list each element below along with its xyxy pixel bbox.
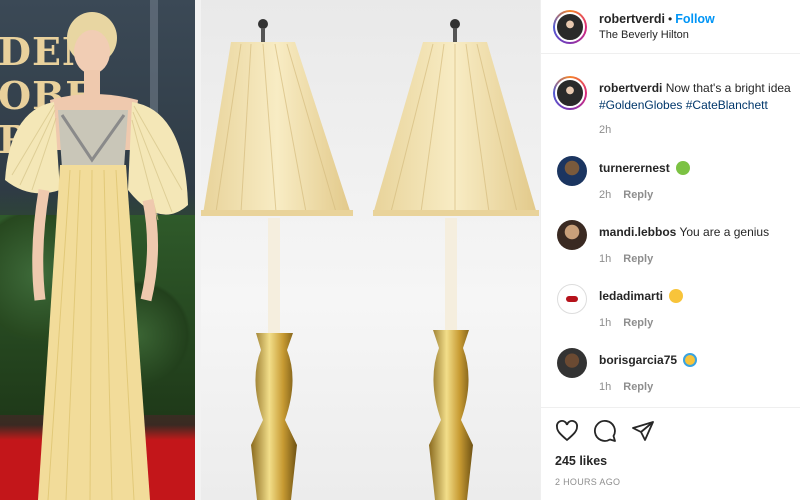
author-username[interactable]: robertverdi [599,12,665,26]
comment-username[interactable]: mandi.lebbos [599,225,676,239]
caption-time: 2h [599,124,612,136]
post-header: robertverdi • Follow The Beverly Hilton [541,0,800,54]
separator-dot: • [668,11,673,26]
comment-item: turnerernest 2h Reply [541,152,800,216]
comment-item: ledadimarti 1h Reply [541,280,800,344]
red-carpet-photo: DEN OBE RD [0,0,195,500]
nauseated-face-emoji [676,161,691,175]
gown-figure [5,12,188,500]
reply-button[interactable]: Reply [623,253,653,265]
reply-button[interactable]: Reply [623,381,653,393]
rolling-on-floor-laughing-emoji [669,289,684,303]
follow-button[interactable]: Follow [675,12,715,26]
commenter-avatar[interactable] [557,156,587,186]
commenter-avatar[interactable] [557,220,587,250]
comment-item: mandi.lebbos You are a genius 1h Reply [541,216,800,280]
lamp-photo [201,0,540,500]
reply-button[interactable]: Reply [623,189,653,201]
post-side-panel: robertverdi • Follow The Beverly Hilton ro… [540,0,800,500]
comment-time: 2h [599,189,612,201]
grimacing-face-mask-emoji [683,353,698,367]
caption-avatar[interactable] [553,76,587,110]
post-timestamp: 2 HOURS AGO [555,477,621,487]
post-photo[interactable]: DEN OBE RD [0,0,540,500]
comment-time: 1h [599,381,612,393]
comment-time: 1h [599,317,612,329]
reply-button[interactable]: Reply [623,317,653,329]
left-lamp [201,19,353,500]
caption-text: Now that's a bright idea [665,81,791,95]
post-actions: 245 likes 2 HOURS AGO [541,407,800,487]
author-avatar[interactable] [553,9,587,44]
heart-icon[interactable] [555,419,579,443]
commenter-avatar[interactable] [557,284,587,314]
commenter-avatar[interactable] [557,348,587,378]
caption: robertverdi Now that's a bright idea #Go… [541,72,800,152]
comments-list: robertverdi Now that's a bright idea #Go… [541,72,800,407]
caption-username[interactable]: robertverdi [599,81,662,95]
brass-lamps [201,19,539,500]
share-icon[interactable] [631,419,655,443]
comment-time: 1h [599,253,612,265]
caption-hashtags[interactable]: #GoldenGlobes #CateBlanchett [599,97,800,114]
comment-username[interactable]: ledadimarti [599,289,663,303]
comment-item: borisgarcia75 1h Reply [541,344,800,407]
right-lamp [373,19,539,500]
comment-username[interactable]: turnerernest [599,161,670,175]
comment-icon[interactable] [593,419,617,443]
likes-count[interactable]: 245 likes [555,454,787,468]
comment-username[interactable]: borisgarcia75 [599,353,677,367]
comment-text: You are a genius [679,225,770,239]
location-link[interactable]: The Beverly Hilton [599,27,715,43]
